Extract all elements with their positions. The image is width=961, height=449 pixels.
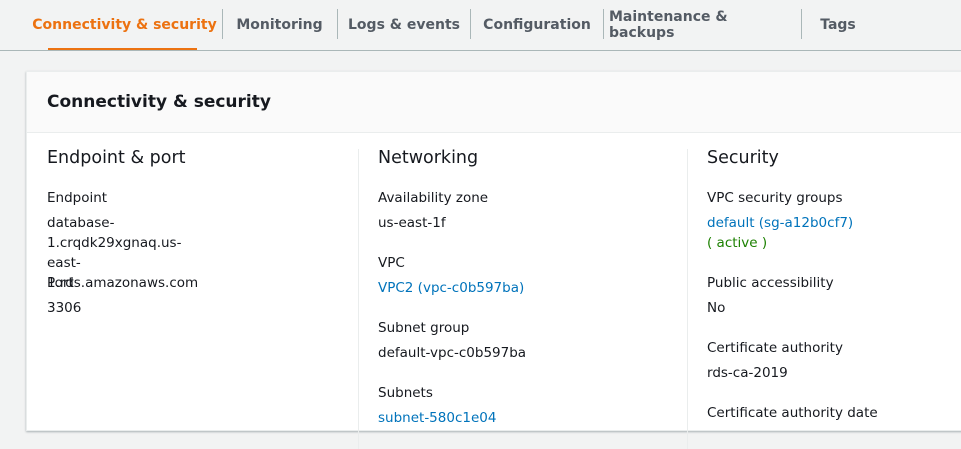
subnet-link[interactable]: subnet-580c1e04 [378,408,496,428]
tab-logs-events[interactable]: Logs & events [343,0,465,50]
security-group-status: ( active ) [707,235,768,251]
tab-divider [801,9,802,39]
tab-bar: Connectivity & security Monitoring Logs … [0,0,961,51]
port-label: Port [47,275,74,291]
networking-heading: Networking [378,148,479,168]
public-accessibility-label: Public accessibility [707,275,834,291]
subnet-group-label: Subnet group [378,320,470,336]
security-heading: Security [707,148,779,168]
certificate-authority-date-label: Certificate authority date [707,405,878,421]
column-divider [687,149,688,449]
certificate-authority-value: rds-ca-2019 [707,365,788,381]
tab-maintenance-backups[interactable]: Maintenance & backups [609,0,795,50]
connectivity-security-panel: Connectivity & security Endpoint & port … [26,71,961,449]
endpoint-value-line1: database-1.crqdk29xgnaq.us-east- [47,215,182,271]
tab-divider [337,9,338,39]
tab-configuration[interactable]: Configuration [476,0,598,50]
vpc-link[interactable]: VPC2 (vpc-c0b597ba) [378,278,524,298]
vpc-security-groups-label: VPC security groups [707,190,843,206]
tab-divider [470,9,471,39]
tab-divider [222,9,223,39]
endpoint-label: Endpoint [47,190,108,206]
endpoint-port-heading: Endpoint & port [47,148,186,168]
availability-zone-value: us-east-1f [378,215,446,231]
panel-title: Connectivity & security [47,92,271,112]
tab-tags[interactable]: Tags [807,0,869,50]
vpc-label: VPC [378,255,405,271]
subnet-group-value: default-vpc-c0b597ba [378,345,527,361]
availability-zone-label: Availability zone [378,190,489,206]
tab-divider [603,9,604,39]
tab-connectivity-security[interactable]: Connectivity & security [32,0,217,50]
public-accessibility-value: No [707,300,726,316]
port-value: 3306 [47,300,82,316]
tab-monitoring[interactable]: Monitoring [228,0,331,50]
panel-header: Connectivity & security [27,72,961,133]
subnets-label: Subnets [378,385,433,401]
certificate-authority-label: Certificate authority [707,340,843,356]
column-divider [358,149,359,449]
security-group-link[interactable]: default (sg-a12b0cf7) [707,213,853,233]
